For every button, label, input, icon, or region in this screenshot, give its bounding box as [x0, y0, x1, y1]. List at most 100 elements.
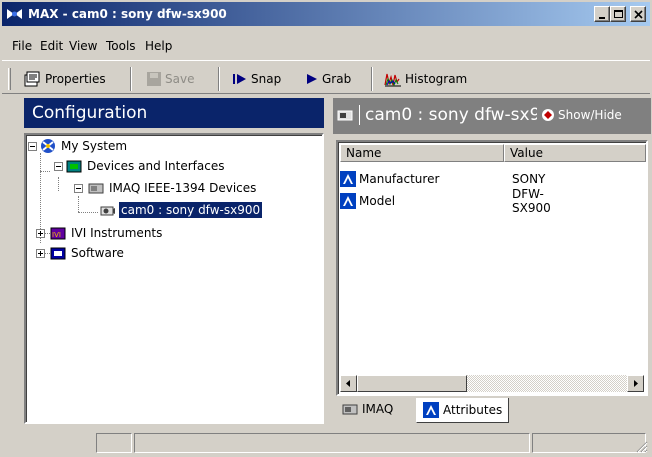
imaq-1394-expander[interactable] [74, 184, 83, 193]
maximize-button[interactable] [610, 6, 626, 22]
list-item[interactable]: Manufacturer SONY [340, 168, 545, 190]
maximize-icon [614, 10, 623, 18]
camera-icon [100, 206, 115, 216]
save-icon [147, 72, 161, 86]
histogram-label: Histogram [405, 72, 468, 86]
scroll-thumb[interactable] [357, 375, 467, 392]
scroll-right-button[interactable] [627, 375, 644, 392]
snap-button[interactable]: Snap [232, 68, 281, 90]
close-button[interactable] [630, 6, 646, 22]
toolbar-separator [130, 67, 132, 91]
status-bar [2, 430, 650, 455]
camera-icon [337, 110, 353, 121]
attribute-icon [340, 171, 356, 187]
devices-expander[interactable] [54, 162, 63, 171]
tree-node-cam0[interactable]: cam0 : sony dfw-sx900 [100, 201, 264, 219]
tree-label: IMAQ IEEE-1394 Devices [109, 181, 257, 195]
tree-label: Devices and Interfaces [87, 159, 225, 173]
properties-button[interactable]: Properties [24, 68, 106, 90]
header-divider [359, 105, 360, 125]
menu-file[interactable]: File [12, 38, 32, 54]
toolbar: Properties Save Snap Grab Histogram [2, 60, 650, 94]
tree-line [78, 196, 79, 212]
tree-node-my-system[interactable]: My System [40, 137, 129, 155]
max-window: MAX - cam0 : sony dfw-sx900 File Edit Vi… [0, 0, 652, 457]
attribute-value: SONY [512, 172, 546, 186]
attributes-tab-icon [423, 402, 439, 418]
tab-imaq[interactable]: IMAQ [336, 398, 399, 420]
resize-grip-icon[interactable] [635, 440, 648, 453]
menu-help[interactable]: Help [145, 38, 172, 54]
histogram-button[interactable]: Histogram [384, 68, 467, 90]
tree-node-ivi-instruments[interactable]: IVI IVI Instruments [50, 224, 164, 242]
tree-label: cam0 : sony dfw-sx900 [117, 201, 264, 219]
svg-text:IVI: IVI [52, 231, 61, 239]
ivi-expander[interactable] [36, 229, 45, 238]
attribute-name: Model [359, 194, 396, 208]
properties-icon [24, 71, 40, 87]
grab-button[interactable]: Grab [305, 68, 351, 90]
menu-tools[interactable]: Tools [106, 38, 136, 54]
tab-label: Attributes [443, 403, 503, 417]
item-header-title: cam0 : sony dfw-sx900 [365, 105, 537, 125]
software-expander[interactable] [36, 249, 45, 258]
imaq-tab-icon [342, 404, 358, 415]
pane-splitter[interactable] [326, 98, 332, 428]
status-panel [96, 433, 132, 453]
tab-label: IMAQ [362, 402, 394, 416]
menu-bar: File Edit View Tools Help [2, 36, 650, 56]
tree-node-devices-and-interfaces[interactable]: Devices and Interfaces [66, 157, 226, 175]
status-panel [532, 433, 646, 453]
histogram-icon [384, 73, 401, 87]
toolbar-grip[interactable] [8, 68, 11, 90]
close-icon [634, 10, 643, 19]
tree-label: Software [71, 246, 124, 260]
my-system-expander[interactable] [28, 142, 37, 151]
configuration-header: Configuration [24, 98, 324, 128]
tree-line [40, 171, 50, 172]
attribute-icon [340, 193, 356, 209]
snap-label: Snap [251, 72, 282, 86]
arrow-right-icon [634, 380, 638, 387]
attribute-name: Manufacturer [359, 172, 440, 186]
arrow-left-icon [346, 380, 350, 387]
list-item[interactable]: Model DFW-SX900 [340, 187, 551, 215]
show-hide-icon [542, 109, 554, 121]
properties-label: Properties [45, 72, 106, 86]
attributes-list[interactable]: Name Value Manufacturer SONY Model DFW-S… [336, 140, 648, 396]
column-header-value[interactable]: Value [504, 144, 646, 162]
show-hide-label: Show/Hide [558, 108, 622, 122]
save-button[interactable]: Save [146, 68, 194, 90]
tab-attributes[interactable]: Attributes [416, 398, 510, 423]
save-label: Save [165, 72, 195, 86]
grab-label: Grab [322, 72, 352, 86]
tree-label: IVI Instruments [71, 226, 163, 240]
ivi-instruments-icon: IVI [50, 227, 66, 240]
item-header: cam0 : sony dfw-sx900 Show/Hide [333, 98, 651, 134]
menu-view[interactable]: View [69, 38, 97, 54]
software-icon [50, 247, 66, 260]
snap-icon [233, 74, 246, 84]
status-panel [134, 433, 530, 453]
devices-folder-icon [66, 160, 82, 173]
configuration-tree[interactable]: My System Devices and Interfaces IMAQ IE… [24, 133, 324, 424]
tree-line [78, 212, 98, 213]
max-app-icon [7, 9, 22, 19]
tree-line [58, 177, 59, 191]
tree-label: My System [61, 139, 128, 153]
minimize-button[interactable] [594, 6, 610, 22]
imaq-device-icon [88, 183, 104, 194]
attribute-value: DFW-SX900 [512, 187, 551, 215]
show-hide-button[interactable]: Show/Hide [541, 106, 622, 124]
scroll-left-button[interactable] [340, 375, 357, 392]
title-bar[interactable]: MAX - cam0 : sony dfw-sx900 [2, 2, 650, 26]
horizontal-scrollbar[interactable] [340, 375, 644, 392]
view-tabs: IMAQ Attributes [336, 398, 648, 424]
grab-icon [307, 74, 317, 84]
menu-edit[interactable]: Edit [40, 38, 63, 54]
window-title: MAX - cam0 : sony dfw-sx900 [28, 7, 227, 21]
tree-node-software[interactable]: Software [50, 244, 126, 262]
tree-node-imaq-ieee-1394[interactable]: IMAQ IEEE-1394 Devices [88, 179, 258, 197]
column-header-name[interactable]: Name [340, 144, 504, 162]
minimize-icon [599, 17, 605, 19]
